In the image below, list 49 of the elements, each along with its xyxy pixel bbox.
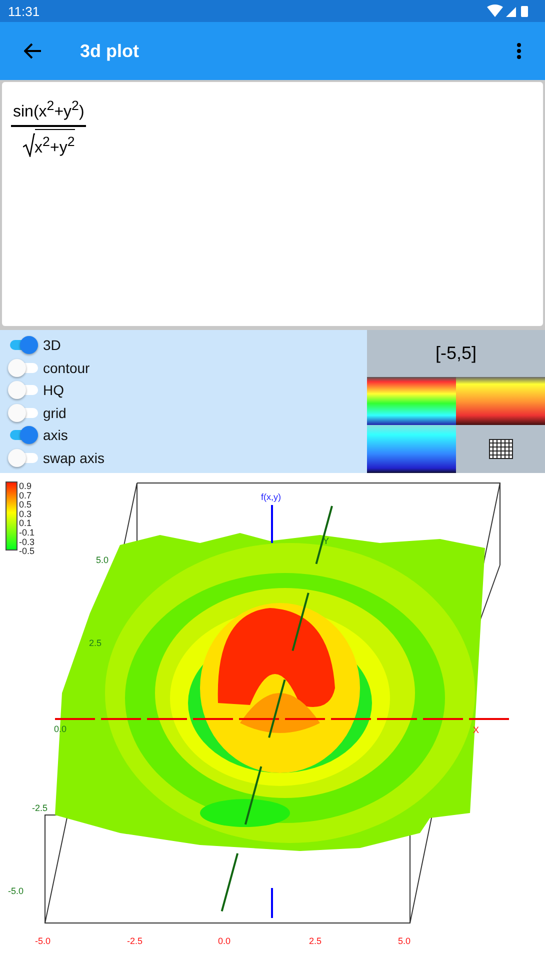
legend-label: 0.1 [19, 518, 32, 528]
x-tick-label: 0.0 [218, 936, 231, 946]
toggle-switch[interactable] [8, 402, 38, 423]
grid-button[interactable] [456, 425, 545, 473]
y-axis-label: Y [323, 536, 330, 546]
color-palette-button[interactable] [367, 377, 456, 425]
legend-label: -0.3 [19, 536, 35, 547]
x-tick-label: -5.0 [35, 936, 51, 946]
grid-icon [488, 439, 512, 459]
x-tick-label: 2.5 [309, 936, 322, 946]
y-tick-label: -5.0 [8, 886, 24, 896]
y-tick-label: 2.5 [89, 638, 102, 648]
app-title: 3d plot [80, 40, 140, 62]
switch-label: 3D [43, 337, 61, 354]
switch-label: grid [43, 404, 66, 421]
z-axis-line [271, 888, 273, 918]
y-tick-label: 5.0 [96, 555, 109, 565]
x-tick-label: 5.0 [398, 936, 411, 946]
switch-label: contour [43, 360, 90, 376]
formula-numerator: sin(x$^{2}$+y$^{2}$) [12, 97, 86, 122]
toggle-switch[interactable] [8, 425, 38, 446]
legend-label: -0.5 [19, 546, 35, 556]
legend-label: 0.7 [19, 490, 32, 500]
toggle-switch[interactable] [8, 358, 38, 378]
switch-label: axis [43, 427, 68, 444]
toggle-switch[interactable] [8, 448, 38, 468]
legend-label: 0.9 [19, 481, 32, 491]
legend-label: -0.1 [19, 528, 35, 538]
range-button[interactable]: [-5,5] [367, 330, 545, 377]
y-tick-label: -2.5 [32, 803, 48, 813]
status-icons [487, 4, 531, 18]
formula-editor[interactable]: sin(x$^{2}$+y$^{2}$) x$^{2}$+y$^{2}$ [2, 82, 543, 326]
z-axis-label: f(x,y) [261, 492, 281, 502]
color-palette-button[interactable] [456, 377, 545, 425]
more-options-icon[interactable] [517, 43, 521, 59]
color-legend-bar [6, 482, 18, 550]
switch-label: HQ [43, 382, 64, 398]
status-time: 11:31 [8, 4, 40, 18]
z-axis-line [271, 505, 273, 543]
legend-label: 0.3 [19, 508, 32, 519]
switch-label: swap axis [43, 450, 104, 466]
legend-label: 0.5 [19, 500, 32, 510]
formula-denominator: x$^{2}$+y$^{2}$ [34, 128, 75, 158]
x-tick-label: -2.5 [127, 936, 143, 946]
square-root-icon [22, 133, 35, 158]
toggle-switch[interactable] [8, 335, 38, 356]
toggle-switch[interactable] [8, 380, 38, 400]
back-arrow-icon[interactable] [24, 43, 42, 59]
color-palette-button[interactable] [367, 425, 456, 473]
